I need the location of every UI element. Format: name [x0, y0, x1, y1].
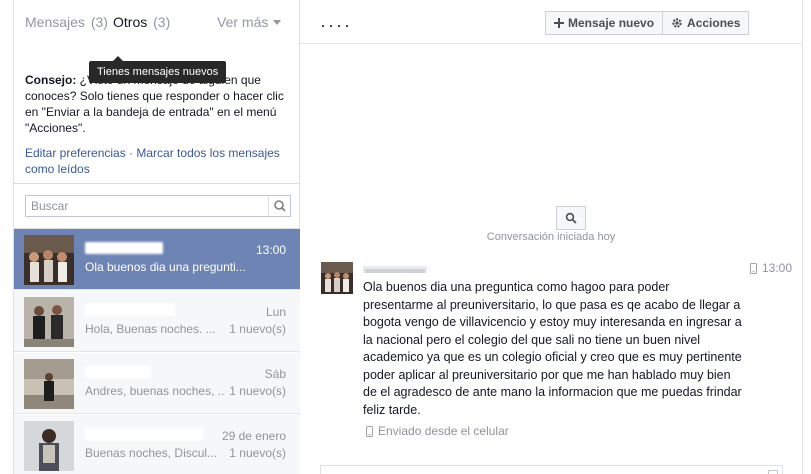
avatar — [24, 359, 74, 409]
avatar — [24, 235, 74, 285]
actions-label: Acciones — [687, 16, 741, 30]
tab-mensajes[interactable]: Mensajes (3) — [25, 14, 108, 30]
gear-icon — [672, 18, 682, 28]
tab-mensajes-label: Mensajes — [25, 14, 85, 30]
conversation-list: 13:00 Ola buenos dia una pregunti... Lun… — [14, 228, 300, 474]
plus-icon — [554, 18, 564, 28]
conversation-snippet: Andres, buenas noches, ... — [85, 384, 225, 398]
conversation-time: Sáb — [264, 367, 286, 381]
message-time: 13:00 — [749, 261, 792, 275]
sent-from-mobile: Enviado desde el celular — [366, 424, 509, 438]
new-messages-tooltip: Tienes mensajes nuevos — [89, 56, 227, 83]
conversation-item[interactable]: 29 de enero Buenas noches, Discul... 1 n… — [14, 415, 300, 474]
new-count-badge: 1 nuevo(s) — [229, 384, 286, 398]
sender-name-redacted — [363, 263, 429, 274]
new-count-badge: 1 nuevo(s) — [229, 446, 286, 460]
more-label: Ver más — [217, 14, 269, 30]
conversation-snippet: Buenas noches, Discul... — [85, 446, 218, 460]
search-thread-button[interactable] — [556, 206, 586, 230]
search-icon — [565, 212, 577, 224]
conversation-snippet: Ola buenos dia una pregunti... — [85, 260, 246, 274]
tab-otros-count: (3) — [153, 14, 171, 30]
tip-links: Editar preferencias · Marcar todos los m… — [25, 145, 290, 177]
search-icon — [274, 200, 286, 212]
message-body: Ola buenos dia una preguntica como hagoo… — [363, 280, 742, 417]
conversation-sidebar: Mensajes (3) Otros (3) Ver más Tienes me… — [13, 0, 300, 474]
mobile-phone-icon — [366, 425, 373, 437]
conversation-item[interactable]: 13:00 Ola buenos dia una pregunti... — [14, 229, 300, 290]
conversation-name-redacted — [85, 304, 235, 318]
message-time-label: 13:00 — [761, 261, 792, 275]
divider — [14, 183, 300, 184]
conversation-item[interactable]: Sáb Andres, buenas noches, ... 1 nuevo(s… — [14, 353, 300, 414]
conversation-name-redacted — [85, 242, 235, 256]
conversation-time: Lun — [265, 305, 286, 319]
new-count-badge: 1 nuevo(s) — [229, 322, 286, 336]
search-button[interactable] — [268, 196, 290, 216]
new-message-label: Mensaje nuevo — [568, 16, 655, 30]
folder-tabs: Mensajes (3) Otros (3) Ver más — [14, 0, 300, 44]
chevron-down-icon — [273, 20, 282, 25]
thread-header: Mensaje nuevo Acciones — [300, 0, 802, 230]
reply-composer[interactable] — [320, 465, 783, 474]
link-separator: · — [125, 146, 137, 160]
search-input[interactable] — [26, 196, 268, 216]
conversation-snippet: Hola, Buenas noches. ... — [85, 322, 216, 336]
conversation-name-redacted — [85, 428, 205, 442]
conversation-time: 29 de enero — [221, 429, 286, 443]
tab-otros[interactable]: Otros (3) — [113, 14, 170, 30]
avatar — [24, 297, 74, 347]
search-box — [25, 195, 291, 217]
mobile-phone-icon — [749, 262, 757, 274]
header-actions: Mensaje nuevo Acciones — [545, 11, 750, 230]
tab-otros-label: Otros — [113, 14, 148, 30]
new-message-button[interactable]: Mensaje nuevo — [545, 11, 664, 35]
more-dropdown[interactable]: Ver más — [217, 14, 282, 30]
tip-label: Consejo: — [25, 73, 77, 87]
tab-mensajes-count: (3) — [90, 14, 108, 30]
avatar — [24, 421, 74, 471]
expand-icon[interactable] — [768, 470, 778, 474]
sent-from-mobile-label: Enviado desde el celular — [378, 424, 509, 438]
conversation-name-redacted — [85, 366, 235, 380]
conversation-item[interactable]: Lun Hola, Buenas noches. ... 1 nuevo(s) — [14, 291, 300, 352]
conversation-time: 13:00 — [255, 243, 286, 257]
conversation-started-label: Conversación iniciada hoy — [486, 231, 616, 243]
actions-button[interactable]: Acciones — [662, 11, 750, 35]
edit-preferences-link[interactable]: Editar preferencias — [25, 146, 126, 160]
message-thread-panel: Mensaje nuevo Acciones Conversación inic… — [300, 0, 803, 474]
avatar[interactable] — [321, 262, 353, 294]
thread-title-redacted — [322, 16, 362, 27]
